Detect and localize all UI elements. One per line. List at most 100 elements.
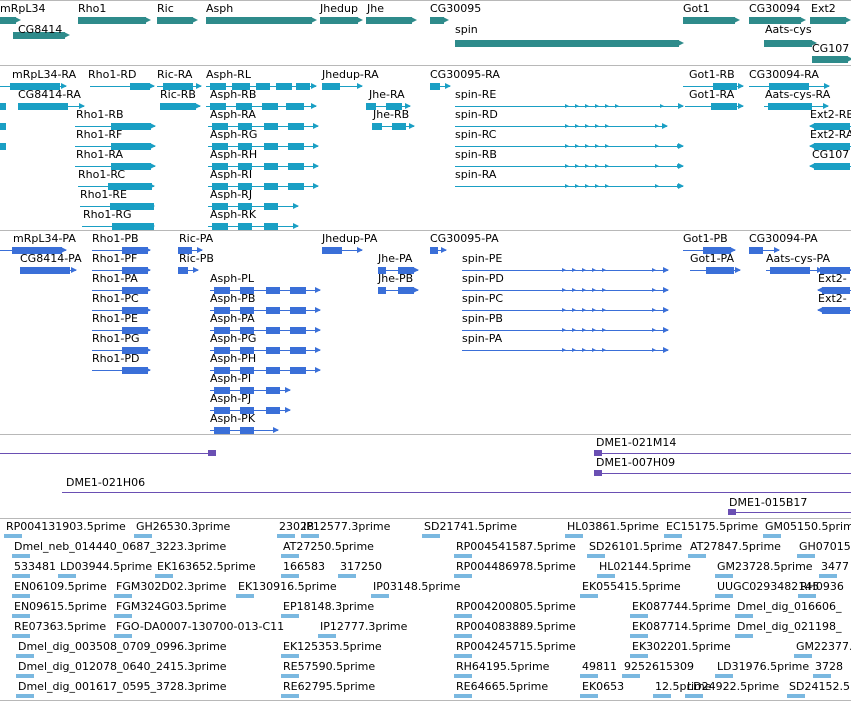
est-label[interactable]: LD24922.5prime [687, 680, 779, 693]
est-label[interactable]: LD31976.5prime [717, 660, 809, 673]
est-mark[interactable] [12, 594, 30, 598]
est-mark[interactable] [763, 534, 781, 538]
transcript-label[interactable]: Jhedup-RA [322, 68, 379, 81]
est-mark[interactable] [12, 574, 30, 578]
est-mark[interactable] [580, 594, 598, 598]
protein-label[interactable]: Rho1-PE [92, 312, 138, 325]
protein-label[interactable]: Rho1-PF [92, 252, 137, 265]
gene-glyph[interactable] [0, 14, 21, 26]
est-label[interactable]: RP004083889.5prime [456, 620, 576, 633]
est-mark[interactable] [281, 614, 299, 618]
transcript-glyph[interactable] [208, 220, 299, 232]
protein-label[interactable]: Asph-PB [210, 292, 255, 305]
gene-label[interactable]: CG8414 [18, 23, 62, 36]
transcript-glyph[interactable] [690, 264, 741, 276]
transcript-glyph[interactable] [92, 364, 151, 376]
transcript-glyph[interactable] [372, 120, 415, 132]
est-label[interactable]: 166583 [283, 560, 325, 573]
est-label[interactable]: EP18148.3prime [283, 600, 374, 613]
gene-glyph[interactable] [206, 14, 317, 26]
gene-label[interactable]: CG107 [812, 42, 849, 55]
clone-label[interactable]: DME1-015B17 [729, 496, 807, 509]
protein-label[interactable]: spin-PE [462, 252, 502, 265]
protein-label[interactable]: Asph-PA [210, 312, 255, 325]
est-mark[interactable] [16, 674, 34, 678]
transcript-glyph[interactable] [817, 304, 851, 316]
est-label[interactable]: SD26101.5prime [589, 540, 682, 553]
est-mark[interactable] [685, 694, 703, 698]
est-mark[interactable] [454, 614, 472, 618]
est-label[interactable]: 49811 [582, 660, 617, 673]
est-mark[interactable] [664, 534, 682, 538]
protein-label[interactable]: Ric-PA [179, 232, 213, 245]
est-mark[interactable] [114, 634, 132, 638]
est-label[interactable]: Dmel_dig_012078_0640_2415.3prime [18, 660, 227, 673]
est-mark[interactable] [580, 674, 598, 678]
clone-line[interactable] [0, 453, 216, 454]
transcript-label[interactable]: Asph-RI [210, 168, 252, 181]
est-mark[interactable] [277, 534, 295, 538]
est-label[interactable]: EK163652.5prime [157, 560, 256, 573]
est-label[interactable]: EK302201.5prime [632, 640, 731, 653]
est-label[interactable]: HL03861.5prime [567, 520, 659, 533]
est-mark[interactable] [114, 614, 132, 618]
transcript-label[interactable]: Aats-cys-RA [765, 88, 830, 101]
est-mark[interactable] [114, 594, 132, 598]
transcript-label[interactable]: spin-RA [455, 168, 496, 181]
clone-line[interactable] [62, 492, 851, 493]
est-label[interactable]: SD21741.5prime [424, 520, 517, 533]
est-label[interactable]: GH07015 [799, 540, 851, 553]
transcript-label[interactable]: Rho1-RE [80, 188, 127, 201]
transcript-label[interactable]: Ext2-RB [810, 108, 851, 121]
est-label[interactable]: EK055415.5prime [582, 580, 681, 593]
protein-label[interactable]: CG30095-PA [430, 232, 499, 245]
est-label[interactable]: EK087744.5prime [632, 600, 731, 613]
est-label[interactable]: FGM324G03.5prime [116, 600, 226, 613]
est-mark[interactable] [281, 554, 299, 558]
est-mark[interactable] [12, 554, 30, 558]
est-mark[interactable] [787, 694, 805, 698]
clipped-feature[interactable] [0, 143, 6, 150]
transcript-label[interactable]: CG8414-RA [18, 88, 81, 101]
transcript-label[interactable]: Jhe-RA [369, 88, 405, 101]
est-label[interactable]: AT27250.5prime [283, 540, 374, 553]
est-label[interactable]: IP12777.3prime [320, 620, 407, 633]
protein-label[interactable]: Asph-PJ [210, 392, 251, 405]
gene-label[interactable]: spin [455, 23, 478, 36]
est-label[interactable]: LD03944.5prime [60, 560, 152, 573]
transcript-label[interactable]: Rho1-RC [78, 168, 125, 181]
est-label[interactable]: IP03148.5prime [373, 580, 460, 593]
est-label[interactable]: EK087714.5prime [632, 620, 731, 633]
est-label[interactable]: GM22377.5 [796, 640, 851, 653]
est-mark[interactable] [12, 614, 30, 618]
gene-glyph[interactable] [810, 14, 851, 26]
est-label[interactable]: 9252615309 [624, 660, 694, 673]
transcript-label[interactable]: spin-RE [455, 88, 496, 101]
est-label[interactable]: 533481 [14, 560, 56, 573]
est-mark[interactable] [587, 554, 605, 558]
gene-label[interactable]: Asph [206, 2, 233, 15]
est-mark[interactable] [16, 654, 34, 658]
est-mark[interactable] [597, 574, 615, 578]
transcript-label[interactable]: Rho1-RB [76, 108, 124, 121]
clone-label[interactable]: DME1-007H09 [596, 456, 675, 469]
clipped-feature[interactable] [0, 103, 6, 110]
transcript-glyph[interactable] [685, 100, 744, 112]
gene-label[interactable]: mRpL34 [0, 2, 45, 15]
transcript-glyph[interactable] [178, 264, 199, 276]
gene-label[interactable]: Ric [157, 2, 174, 15]
protein-label[interactable]: Asph-PH [210, 352, 256, 365]
protein-label[interactable]: Jhedup-PA [322, 232, 377, 245]
gene-glyph[interactable] [320, 14, 363, 26]
transcript-label[interactable]: Ric-RB [160, 88, 196, 101]
transcript-glyph[interactable] [160, 100, 201, 112]
gene-label[interactable]: Jhedup [320, 2, 358, 15]
protein-label[interactable]: Rho1-PG [92, 332, 139, 345]
est-label[interactable]: 3477 [821, 560, 849, 573]
transcript-label[interactable]: CG30094-RA [749, 68, 819, 81]
gene-glyph[interactable] [455, 37, 684, 49]
transcript-glyph[interactable] [809, 160, 851, 172]
gene-glyph[interactable] [430, 14, 449, 26]
est-mark[interactable] [58, 574, 76, 578]
est-label[interactable]: EK130916.5prime [238, 580, 337, 593]
